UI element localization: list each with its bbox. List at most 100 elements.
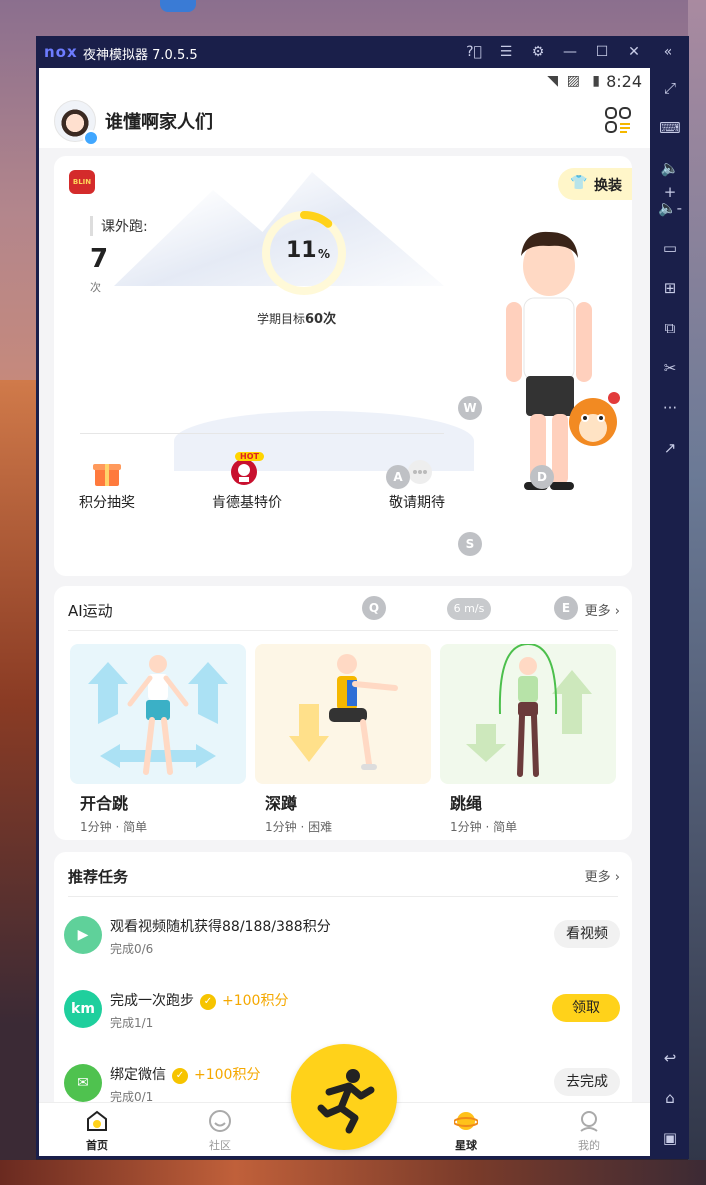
close-icon[interactable]: ✕ bbox=[624, 42, 644, 62]
more-label: 更多 bbox=[584, 870, 611, 885]
profile-icon bbox=[577, 1109, 601, 1133]
nav-label: 首页 bbox=[86, 1139, 108, 1152]
club-badge-icon[interactable]: BLIN bbox=[69, 170, 95, 194]
nav-community[interactable]: 社区 bbox=[190, 1109, 250, 1153]
claim-button[interactable]: 领取 bbox=[552, 994, 620, 1022]
go-complete-button[interactable]: 去完成 bbox=[554, 1068, 620, 1096]
key-w[interactable]: W bbox=[458, 396, 482, 420]
key-e[interactable]: E bbox=[554, 596, 578, 620]
wechat-icon: ✉ bbox=[64, 1064, 102, 1102]
goal-prefix: 学期目标 bbox=[257, 312, 306, 326]
exercise-meta: 1分钟 · 困难 bbox=[265, 820, 333, 834]
section-divider bbox=[68, 630, 618, 631]
feature-label: 敬请期待 bbox=[389, 495, 445, 511]
maximize-icon[interactable]: ☐ bbox=[592, 42, 612, 62]
gear-icon[interactable]: ⚙ bbox=[528, 42, 548, 62]
keyboard-icon[interactable]: ⌨ bbox=[658, 116, 682, 140]
km-icon: km bbox=[64, 990, 102, 1028]
key-s[interactable]: S bbox=[458, 532, 482, 556]
run-count: 7 bbox=[90, 244, 109, 274]
app-header: 谁懂啊家人们 bbox=[39, 96, 650, 148]
volume-down-icon[interactable]: 🔈- bbox=[658, 196, 682, 220]
share-icon[interactable]: ↗ bbox=[658, 436, 682, 460]
gender-badge-icon bbox=[83, 130, 99, 146]
ai-more-link[interactable]: 更多 › bbox=[585, 600, 620, 619]
apps-grid-icon[interactable] bbox=[604, 106, 632, 134]
exercise-name: 深蹲 bbox=[265, 794, 298, 813]
hot-tag: HOT bbox=[235, 452, 264, 461]
help-icon[interactable]: ?⃝ bbox=[464, 42, 484, 62]
exercise-jump-rope[interactable]: 跳绳 1分钟 · 简单 bbox=[440, 644, 616, 835]
speed-readout: 6 m/s bbox=[447, 598, 491, 620]
apk-icon[interactable]: ⊞ bbox=[658, 276, 682, 300]
minimize-icon[interactable]: — bbox=[560, 42, 580, 62]
gift-icon bbox=[90, 456, 124, 488]
exercise-squat[interactable]: 深蹲 1分钟 · 困难 bbox=[255, 644, 431, 835]
dress-up-button[interactable]: 👕 换装 bbox=[558, 168, 632, 200]
feature-kfc[interactable]: HOT 肯德基特价 bbox=[187, 452, 307, 512]
nav-me[interactable]: 我的 bbox=[559, 1109, 619, 1153]
key-q[interactable]: Q bbox=[362, 596, 386, 620]
volume-up-icon[interactable]: 🔈+ bbox=[658, 156, 682, 201]
dress-up-label: 换装 bbox=[594, 178, 622, 194]
nox-logo: nox bbox=[44, 43, 78, 61]
goal-value: 60次 bbox=[305, 312, 337, 327]
status-bar: ◥ ▨ ▮ 8:24 bbox=[39, 68, 650, 96]
task-points: +100积分 bbox=[194, 1067, 261, 1083]
jump-rope-illustration bbox=[440, 644, 616, 784]
percent-sign: % bbox=[318, 247, 331, 261]
task-title-row: 完成一次跑步 ✓ +100积分 bbox=[110, 990, 288, 1010]
exercise-name: 开合跳 bbox=[80, 794, 129, 813]
kfc-icon: HOT bbox=[230, 452, 264, 488]
exercise-name: 跳绳 bbox=[450, 794, 483, 813]
character-avatar[interactable] bbox=[494, 226, 604, 496]
feature-coming-soon[interactable]: 敬请期待 bbox=[357, 456, 477, 512]
exercise-jumping-jacks[interactable]: 开合跳 1分钟 · 简单 bbox=[70, 644, 246, 835]
window-title: 夜神模拟器 7.0.5.5 bbox=[83, 48, 198, 63]
home-icon[interactable]: ⌂ bbox=[658, 1086, 682, 1110]
task-title: 完成一次跑步 bbox=[110, 993, 194, 1009]
hero-divider bbox=[80, 433, 444, 434]
planet-icon bbox=[453, 1109, 479, 1133]
scissors-icon[interactable]: ✂ bbox=[658, 356, 682, 380]
nav-label: 我的 bbox=[578, 1139, 600, 1152]
jumping-jacks-illustration bbox=[70, 644, 246, 784]
progress-percent: 11 bbox=[286, 238, 317, 263]
smile-icon bbox=[208, 1109, 232, 1133]
key-d[interactable]: D bbox=[530, 465, 554, 489]
watch-video-button[interactable]: 看视频 bbox=[554, 920, 620, 948]
task-title-row: 绑定微信 ✓ +100积分 bbox=[110, 1064, 260, 1084]
chevron-right-icon: › bbox=[614, 870, 620, 885]
exercise-meta: 1分钟 · 简单 bbox=[450, 820, 518, 834]
start-run-button[interactable] bbox=[291, 1044, 397, 1150]
back-icon[interactable]: ↩ bbox=[658, 1046, 682, 1070]
recents-icon[interactable]: ▣ bbox=[658, 1126, 682, 1150]
screen-icon[interactable]: ▭ bbox=[658, 236, 682, 260]
tasks-more-link[interactable]: 更多 › bbox=[585, 866, 620, 885]
coin-icon: ✓ bbox=[172, 1068, 188, 1084]
ai-exercise-card: AI运动 Q 6 m/s E 更多 › 开合跳 1分钟 · 简单 深蹲 1分钟 … bbox=[54, 586, 632, 840]
desktop-wallpaper-left bbox=[0, 380, 36, 1185]
task-complete-run: km 完成一次跑步 ✓ +100积分 完成1/1 领取 bbox=[54, 990, 632, 1050]
mascot-icon[interactable] bbox=[562, 388, 624, 450]
feature-lottery[interactable]: 积分抽奖 bbox=[54, 456, 167, 512]
runner-icon bbox=[317, 1069, 375, 1134]
emulator-titlebar[interactable]: nox 夜神模拟器 7.0.5.5 ?⃝ ☰ ⚙ — ☐ ✕ « bbox=[36, 36, 689, 68]
emulator-window: nox 夜神模拟器 7.0.5.5 ?⃝ ☰ ⚙ — ☐ ✕ « ⤢ ⌨ 🔈+ … bbox=[36, 36, 689, 1159]
nav-home[interactable]: 首页 bbox=[67, 1109, 127, 1153]
task-title: 观看视频随机获得88/188/388积分 bbox=[110, 919, 331, 935]
squat-illustration bbox=[255, 644, 431, 784]
shirt-icon: 👕 bbox=[570, 175, 588, 191]
nav-planet[interactable]: 星球 bbox=[436, 1109, 496, 1153]
fullscreen-icon[interactable]: ⤢ bbox=[658, 76, 682, 100]
more-icon[interactable]: ··· bbox=[658, 396, 682, 420]
multi-instance-icon[interactable]: ⧉ bbox=[658, 316, 682, 340]
section-divider bbox=[68, 896, 618, 897]
task-progress: 完成1/1 bbox=[110, 1016, 154, 1030]
coin-icon: ✓ bbox=[200, 994, 216, 1010]
key-a[interactable]: A bbox=[386, 465, 410, 489]
run-label: 课外跑: bbox=[90, 216, 148, 236]
menu-icon[interactable]: ☰ bbox=[496, 42, 516, 62]
collapse-icon[interactable]: « bbox=[658, 42, 678, 62]
nav-label: 星球 bbox=[455, 1139, 477, 1152]
